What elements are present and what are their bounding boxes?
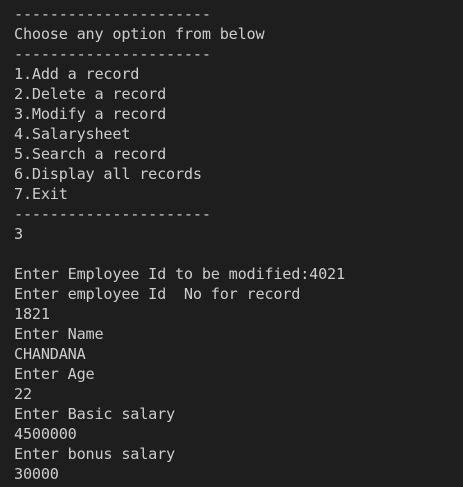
menu-prompt: Choose any option from below [14,25,265,43]
menu-option-modify: 3.Modify a record [14,105,167,123]
employee-id-prompt: Enter Employee Id to be modified:4021 [14,265,345,283]
menu-option-delete: 2.Delete a record [14,85,167,103]
employee-id-no-prompt: Enter employee Id No for record [14,285,301,303]
basic-salary-input: 4500000 [14,425,77,443]
separator-line: ---------------------- [14,5,211,23]
menu-option-salarysheet: 4.Salarysheet [14,125,131,143]
menu-option-exit: 7.Exit [14,185,68,203]
terminal-output[interactable]: ---------------------- Choose any option… [0,0,463,487]
employee-id-no-input: 1821 [14,305,50,323]
separator-line: ---------------------- [14,45,211,63]
separator-line: ---------------------- [14,205,211,223]
user-choice-input: 3 [14,225,23,243]
age-input: 22 [14,385,32,403]
name-prompt: Enter Name [14,325,104,343]
age-prompt: Enter Age [14,365,95,383]
bonus-salary-input: 30000 [14,465,59,483]
menu-option-search: 5.Search a record [14,145,167,163]
bonus-salary-prompt: Enter bonus salary [14,445,175,463]
menu-option-display: 6.Display all records [14,165,202,183]
menu-option-add: 1.Add a record [14,65,140,83]
basic-salary-prompt: Enter Basic salary [14,405,175,423]
name-input: CHANDANA [14,345,86,363]
